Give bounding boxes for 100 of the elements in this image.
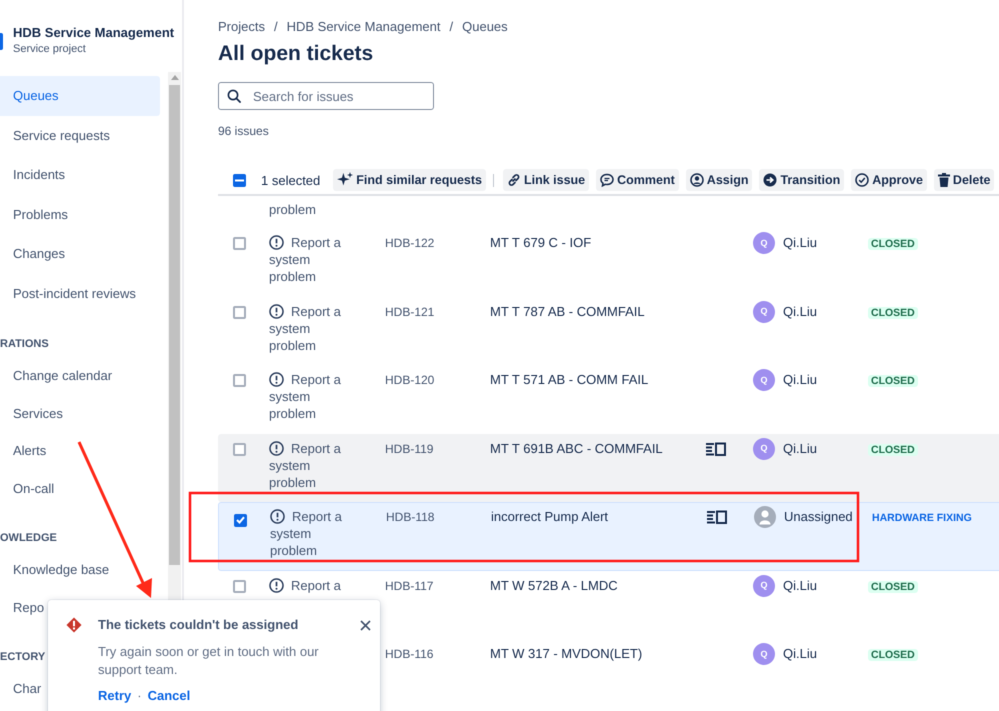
separator-dot: ·	[137, 687, 142, 705]
status-lozenge: CLOSED	[868, 375, 918, 387]
action-button[interactable]: Find similar requests	[333, 169, 486, 191]
toast-link[interactable]: Retry	[98, 687, 132, 705]
request-type: Report a	[269, 576, 353, 594]
avatar: Q	[753, 574, 775, 596]
row-checkbox[interactable]	[233, 237, 246, 250]
avatar: Q	[753, 643, 775, 665]
action-button[interactable]: Link issue	[503, 169, 590, 191]
close-icon[interactable]	[360, 620, 371, 631]
assignee-name: Qi.Liu	[783, 371, 817, 388]
issue-key[interactable]: HDB-117	[385, 578, 434, 592]
nav-item[interactable]: Services	[0, 394, 160, 432]
request-type: Report a system problem	[270, 508, 343, 559]
action-button[interactable]: Delete	[934, 169, 994, 191]
issue-key[interactable]: HDB-118	[386, 510, 434, 524]
active-indicator	[0, 33, 3, 50]
exclamation-icon	[269, 235, 284, 250]
trash-icon	[938, 173, 950, 187]
scroll-up-icon[interactable]	[170, 75, 178, 80]
toast-message: Try again soon or get in touch with our support team.	[98, 643, 320, 679]
table-row[interactable]: Report a system problem HDB-120 MT T 571 AB - COMM FAIL Q Qi.Liu CLOSED	[218, 365, 999, 434]
row-checkbox[interactable]	[233, 580, 246, 592]
nav-item[interactable]: On-call	[0, 470, 160, 507]
action-button[interactable]: Comment	[596, 169, 679, 191]
panel-icon[interactable]	[707, 510, 727, 524]
exclamation-icon	[269, 372, 284, 387]
action-button[interactable]: Assign	[686, 169, 752, 191]
issue-summary[interactable]: MT T 571 AB - COMM FAIL	[490, 372, 648, 387]
nav-item[interactable]: Alerts	[0, 432, 160, 470]
comment-icon	[600, 173, 614, 187]
row-checkbox[interactable]	[233, 374, 246, 387]
issue-summary[interactable]: incorrect Pump Alert	[491, 509, 608, 524]
sparkle-icon	[337, 172, 354, 188]
table-row[interactable]: Report a system problem HDB-118 incorrect Pump Alert Unassigned HARDWARE FIXING	[218, 502, 999, 570]
avatar: Q	[753, 438, 775, 460]
exclamation-icon	[269, 578, 284, 592]
breadcrumb-separator: /	[450, 19, 454, 35]
row-checkbox[interactable]	[233, 442, 246, 456]
section-heading: RATIONS	[0, 337, 49, 351]
issue-summary[interactable]: MT T 691B ABC - COMMFAIL	[490, 440, 663, 456]
issue-key[interactable]: HDB-116	[385, 647, 434, 661]
status-lozenge: CLOSED	[868, 649, 918, 661]
assignee-name: Qi.Liu	[783, 440, 817, 456]
check-circle-icon	[855, 173, 870, 187]
nav-item[interactable]: Knowledge base	[0, 551, 160, 588]
panel-icon[interactable]	[706, 442, 726, 456]
request-type: Report a system problem	[269, 302, 342, 354]
nav-item[interactable]: Queues	[0, 76, 160, 116]
request-type: problem	[269, 201, 317, 218]
issue-key[interactable]: HDB-122	[385, 236, 434, 250]
action-button[interactable]: Transition	[759, 169, 844, 191]
checkmark-icon	[236, 516, 245, 524]
unassigned-avatar-icon	[754, 506, 776, 528]
issue-summary[interactable]: MT T 787 AB - COMMFAIL	[490, 304, 645, 318]
request-type: Report a system problem	[269, 234, 342, 285]
search-field[interactable]: Search for issues	[218, 82, 434, 110]
assignee-name: Qi.Liu	[783, 645, 817, 662]
breadcrumb-separator: /	[274, 19, 278, 35]
assignee-name: Qi.Liu	[783, 302, 817, 320]
breadcrumb-link[interactable]: Projects	[218, 19, 265, 35]
status-lozenge: CLOSED	[868, 306, 918, 318]
minus-icon	[235, 178, 244, 182]
select-all-checkbox[interactable]	[233, 174, 246, 186]
issue-key[interactable]: HDB-119	[385, 442, 434, 456]
action-button[interactable]: Approve	[851, 169, 927, 191]
assignee-name: Qi.Liu	[783, 234, 817, 251]
avatar: Q	[753, 300, 775, 322]
exclamation-icon	[269, 304, 284, 318]
request-type: Report a system problem	[269, 440, 342, 490]
nav-item[interactable]: Post-incident reviews	[0, 274, 160, 313]
request-type: Report a system problem	[269, 371, 342, 422]
page-title: All open tickets	[218, 41, 374, 67]
selection-count: 1 selected	[261, 172, 320, 188]
table-row[interactable]: Report a system problem HDB-119 MT T 691B ABC - COMMFAIL Q Qi.Liu CLOSED	[218, 434, 999, 502]
row-checkbox[interactable]	[234, 514, 247, 526]
status-lozenge: CLOSED	[868, 580, 918, 592]
toast-link[interactable]: Cancel	[148, 687, 190, 705]
issue-summary[interactable]: MT W 317 - MVDON(LET)	[490, 646, 642, 661]
breadcrumb-link[interactable]: HDB Service Management	[286, 19, 440, 35]
exclamation-icon	[270, 509, 285, 524]
nav-item[interactable]: Changes	[0, 234, 160, 274]
breadcrumb-link[interactable]: Queues	[462, 19, 508, 35]
status-lozenge: CLOSED	[868, 444, 918, 456]
table-row[interactable]: Report a system problem HDB-122 MT T 679 C - IOF Q Qi.Liu CLOSED	[218, 228, 999, 296]
error-icon	[66, 617, 82, 633]
nav-item[interactable]: Service requests	[0, 116, 160, 155]
nav-item[interactable]: Incidents	[0, 155, 160, 194]
issue-count: 96 issues	[218, 123, 270, 139]
table-row[interactable]: Report a system problem HDB-121 MT T 787 AB - COMMFAIL Q Qi.Liu CLOSED	[218, 296, 999, 365]
project-name: HDB Service Management	[13, 25, 174, 41]
issue-summary[interactable]: MT T 679 C - IOF	[490, 235, 592, 250]
issue-key[interactable]: HDB-120	[385, 373, 434, 387]
avatar: Q	[753, 232, 775, 254]
row-checkbox[interactable]	[233, 306, 246, 318]
issue-summary[interactable]: MT W 572B A - LMDC	[490, 578, 618, 592]
nav-item[interactable]: Problems	[0, 194, 160, 234]
nav-item[interactable]: Change calendar	[0, 357, 160, 394]
section-heading: ECTORY	[0, 650, 46, 664]
issue-key[interactable]: HDB-121	[385, 304, 434, 318]
